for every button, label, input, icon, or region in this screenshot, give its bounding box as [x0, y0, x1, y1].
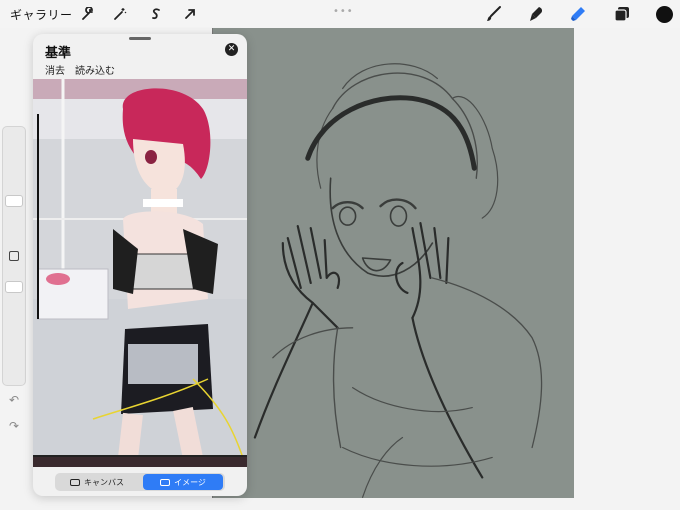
image-crop-strip: [33, 457, 247, 467]
import-button[interactable]: 読み込む: [75, 62, 115, 77]
brush-size-slider[interactable]: [5, 195, 23, 207]
canvas-icon: [70, 478, 80, 486]
eraser-icon[interactable]: [568, 4, 588, 24]
magic-wand-icon[interactable]: [110, 4, 130, 24]
toolbar-handle-icon: •••: [333, 6, 354, 17]
canvas-mode-button[interactable]: キャンバス: [57, 474, 137, 490]
reference-mode-toggle: キャンバス イメージ: [55, 473, 225, 491]
character-reference-illustration: [33, 79, 247, 458]
color-swatch-icon[interactable]: [654, 4, 674, 24]
selection-s-icon[interactable]: [146, 4, 166, 24]
transform-arrow-icon[interactable]: [180, 4, 200, 24]
sketch-artwork: [253, 63, 543, 498]
gallery-button[interactable]: ギャラリー: [10, 6, 73, 23]
undo-icon[interactable]: ↶: [9, 393, 19, 407]
clear-button[interactable]: 消去: [45, 62, 65, 77]
image-mode-button[interactable]: イメージ: [143, 474, 223, 490]
layers-icon[interactable]: [612, 4, 632, 24]
brush-icon[interactable]: [484, 4, 504, 24]
panel-title: 基準: [45, 46, 72, 61]
wrench-icon[interactable]: [78, 4, 98, 24]
image-icon: [160, 478, 171, 486]
reference-image[interactable]: [33, 79, 247, 458]
opacity-slider[interactable]: [5, 281, 23, 293]
top-toolbar: ギャラリー •••: [0, 0, 680, 28]
smudge-icon[interactable]: [526, 4, 546, 24]
sidebar-sliders: ↶ ↷: [2, 126, 26, 433]
close-icon[interactable]: ✕: [225, 43, 238, 56]
modify-button[interactable]: [9, 251, 19, 261]
panel-grip-icon[interactable]: [129, 37, 151, 40]
reference-panel: 基準 ✕ 消去 読み込む キャンバス イメージ: [33, 34, 247, 496]
drawing-canvas[interactable]: [212, 28, 574, 498]
redo-icon[interactable]: ↷: [9, 419, 19, 433]
